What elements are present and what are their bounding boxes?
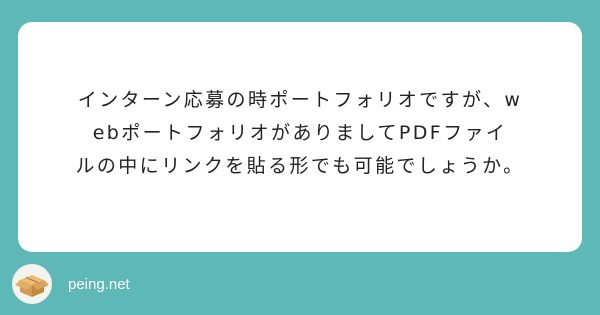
question-text: インターン応募の時ポートフォリオですが、w ebポートフォリオがありましてPDF… bbox=[42, 84, 558, 183]
question-line: ルの中にリンクを貼る形でも可能でしょうか。 bbox=[75, 155, 525, 177]
question-card: インターン応募の時ポートフォリオですが、w ebポートフォリオがありましてPDF… bbox=[18, 22, 582, 252]
question-line: ebポートフォリオがありましてPDFファイ bbox=[92, 122, 508, 144]
cardboard-box-icon bbox=[12, 264, 52, 304]
site-name[interactable]: peing.net bbox=[68, 276, 130, 293]
site-footer: peing.net bbox=[12, 264, 130, 304]
question-line: インターン応募の時ポートフォリオですが、w bbox=[77, 89, 523, 111]
